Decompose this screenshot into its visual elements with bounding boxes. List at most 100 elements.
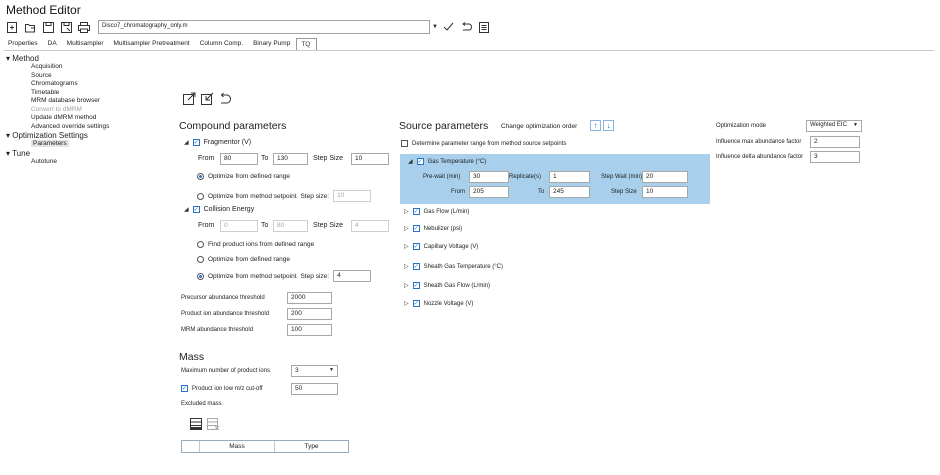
save-as-icon[interactable] bbox=[60, 21, 72, 33]
chevron-down-icon[interactable]: ▼ bbox=[432, 24, 442, 30]
nebulizer-checkbox[interactable]: ✓ bbox=[412, 225, 420, 232]
tab-tq[interactable]: TQ bbox=[296, 38, 318, 50]
tree-item-mrm-database-browser[interactable]: MRM database browser bbox=[6, 97, 109, 106]
capillary-checkbox[interactable]: ✓ bbox=[412, 243, 420, 250]
source-item-nozzle: ▷ ✓ Nozzle Voltage (V) bbox=[404, 300, 473, 307]
nozzle-checkbox[interactable]: ✓ bbox=[412, 300, 420, 307]
import-icon[interactable] bbox=[201, 92, 214, 110]
influence-delta-input[interactable]: 3 bbox=[810, 151, 860, 163]
undo-icon[interactable] bbox=[460, 21, 472, 33]
tab-column-comp[interactable]: Column Comp. bbox=[196, 38, 249, 50]
influence-max-input[interactable]: 2 bbox=[810, 136, 860, 148]
expand-triangle-icon[interactable]: ▷ bbox=[404, 208, 409, 215]
fragmentor-step-input[interactable]: 10 bbox=[351, 153, 389, 165]
fragmentor-to-input[interactable]: 130 bbox=[273, 153, 308, 165]
delete-row-icon[interactable] bbox=[207, 417, 220, 435]
tree-item-acquisition[interactable]: Acquisition bbox=[6, 63, 109, 72]
tree-item-autotune[interactable]: Autotune bbox=[6, 158, 109, 167]
fragmentor-step-size-label: Step size: bbox=[300, 192, 330, 200]
source-item-sheath-temp: ▷ ✓ Sheath Gas Temperature (°C) bbox=[404, 263, 503, 270]
tab-multisampler[interactable]: Multisampler bbox=[63, 38, 110, 50]
tab-properties[interactable]: Properties bbox=[4, 38, 44, 50]
gas-step-input[interactable]: 10 bbox=[642, 186, 688, 198]
cutoff-input[interactable]: 50 bbox=[291, 383, 338, 395]
fragmentor-opt-range-row[interactable]: Optimize from defined range bbox=[197, 173, 290, 180]
new-file-icon[interactable] bbox=[6, 21, 18, 33]
tab-multisampler-pretreatment[interactable]: Multisampler Pretreatment bbox=[110, 38, 196, 50]
max-product-ions-select[interactable]: 3 ▼ bbox=[291, 365, 338, 377]
optimization-mode-label: Optimization mode bbox=[716, 123, 767, 129]
gas-to-input[interactable]: 245 bbox=[549, 186, 590, 198]
save-icon[interactable] bbox=[42, 21, 54, 33]
excluded-mass-grid[interactable]: Mass Type bbox=[181, 440, 349, 453]
find-product-ions-radio[interactable] bbox=[197, 241, 204, 248]
gas-flow-checkbox[interactable]: ✓ bbox=[412, 208, 420, 215]
reset-icon[interactable] bbox=[219, 92, 231, 110]
excluded-mass-label: Excluded mass bbox=[181, 401, 222, 407]
expand-triangle-icon[interactable]: ▷ bbox=[404, 263, 409, 270]
collision-step-size-input[interactable]: 4 bbox=[333, 270, 372, 282]
move-up-arrow-icon[interactable]: ↑ bbox=[590, 120, 601, 131]
collision-opt-setpoint-row[interactable]: Optimize from method setpoint Step size:… bbox=[197, 270, 372, 282]
document-icon[interactable] bbox=[478, 21, 490, 33]
tree-node-optimization[interactable]: ▾ Optimization Settings bbox=[6, 131, 109, 140]
fragmentor-opt-setpoint-label: Optimize from method setpoint bbox=[208, 192, 297, 200]
open-folder-icon[interactable] bbox=[24, 21, 36, 33]
tab-divider bbox=[4, 50, 934, 51]
expand-triangle-icon[interactable]: ▷ bbox=[404, 243, 409, 250]
gas-from-input[interactable]: 205 bbox=[469, 186, 509, 198]
cutoff-checkbox[interactable]: ✓ bbox=[181, 385, 188, 392]
prewait-input[interactable]: 30 bbox=[469, 171, 509, 183]
print-icon[interactable] bbox=[78, 21, 90, 33]
fragmentor-opt-setpoint-radio[interactable] bbox=[197, 192, 204, 200]
fragmentor-opt-setpoint-row[interactable]: Optimize from method setpoint Step size:… bbox=[197, 190, 372, 202]
replicate-input[interactable]: 1 bbox=[549, 171, 590, 183]
collapse-triangle-icon[interactable]: ◢ bbox=[184, 139, 189, 146]
expand-triangle-icon[interactable]: ▷ bbox=[404, 225, 409, 232]
gas-temp-checkbox[interactable]: ✓ bbox=[416, 158, 424, 165]
optimization-mode-select[interactable]: Weighted EIC ▼ bbox=[806, 120, 862, 132]
product-threshold-input[interactable]: 200 bbox=[287, 308, 332, 320]
expand-triangle-icon[interactable]: ▷ bbox=[404, 282, 409, 289]
fragmentor-opt-range-radio[interactable] bbox=[197, 173, 204, 180]
tree-item-source[interactable]: Source bbox=[6, 72, 109, 81]
chevron-down-icon[interactable]: ▼ bbox=[329, 367, 334, 375]
sheath-flow-checkbox[interactable]: ✓ bbox=[412, 282, 420, 289]
fragmentor-checkbox[interactable]: ✓ bbox=[192, 139, 200, 146]
determine-range-row: Determine parameter range from method so… bbox=[401, 140, 566, 147]
tree-item-chromatograms[interactable]: Chromatograms bbox=[6, 80, 109, 89]
tree-item-timetable[interactable]: Timetable bbox=[6, 89, 109, 98]
tree-item-parameters[interactable]: Parameters bbox=[6, 140, 109, 149]
column-header-mass[interactable]: Mass bbox=[200, 441, 275, 452]
move-down-arrow-icon[interactable]: ↓ bbox=[603, 120, 614, 131]
sheath-temp-checkbox[interactable]: ✓ bbox=[412, 263, 420, 270]
tree-node-method[interactable]: ▾ Method bbox=[6, 54, 109, 63]
column-header-type[interactable]: Type bbox=[275, 441, 348, 452]
mrm-threshold-input[interactable]: 100 bbox=[287, 324, 332, 336]
collision-opt-setpoint-radio[interactable] bbox=[197, 272, 204, 280]
tree-item-update-dmrm[interactable]: Update dMRM method bbox=[6, 114, 109, 123]
determine-range-checkbox[interactable] bbox=[401, 140, 408, 147]
source-item-capillary: ▷ ✓ Capillary Voltage (V) bbox=[404, 243, 478, 250]
collision-energy-checkbox[interactable]: ✓ bbox=[192, 206, 200, 213]
step-wait-input[interactable]: 20 bbox=[642, 171, 688, 183]
tab-da[interactable]: DA bbox=[44, 38, 63, 50]
method-file-combobox[interactable]: Disco7_chromatography_only.m bbox=[98, 20, 430, 34]
tab-binary-pump[interactable]: Binary Pump bbox=[249, 38, 296, 50]
collapse-triangle-icon[interactable]: ◢ bbox=[184, 206, 189, 213]
fragmentor-from-input[interactable]: 80 bbox=[220, 153, 258, 165]
chevron-down-icon[interactable]: ▼ bbox=[853, 122, 858, 130]
add-row-icon[interactable] bbox=[190, 417, 202, 435]
export-icon[interactable] bbox=[183, 92, 196, 110]
collapse-triangle-icon[interactable]: ◢ bbox=[408, 158, 413, 165]
tree-item-advanced-override[interactable]: Advanced override settings bbox=[6, 123, 109, 132]
checkmark-icon[interactable] bbox=[442, 21, 454, 33]
tree-node-tune[interactable]: ▾ Tune bbox=[6, 149, 109, 158]
collision-opt-range-radio[interactable] bbox=[197, 256, 204, 263]
prewait-label: Pre-wait (min) bbox=[423, 174, 461, 180]
find-product-ions-row[interactable]: Find product ions from defined range bbox=[197, 241, 314, 248]
fragmentor-step-label: Step Size bbox=[313, 155, 343, 162]
precursor-threshold-input[interactable]: 2000 bbox=[287, 292, 332, 304]
collision-opt-range-row[interactable]: Optimize from defined range bbox=[197, 256, 290, 263]
expand-triangle-icon[interactable]: ▷ bbox=[404, 300, 409, 307]
